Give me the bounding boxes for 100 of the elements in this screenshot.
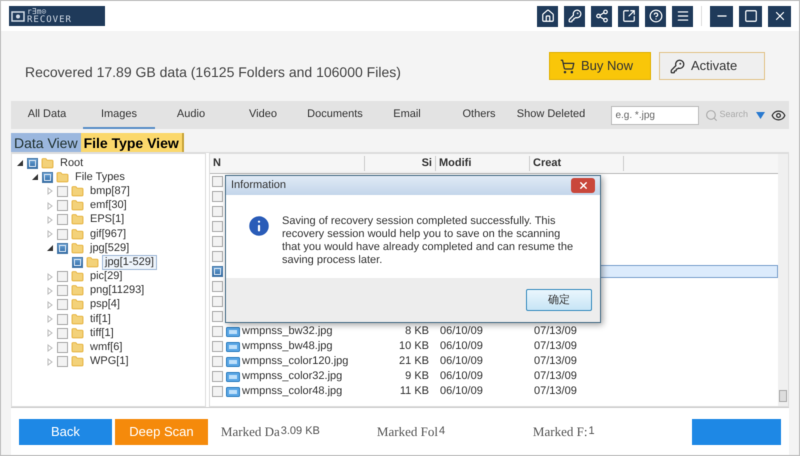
action-button[interactable] xyxy=(692,418,781,444)
maximize-button[interactable] xyxy=(739,6,762,26)
checkbox[interactable] xyxy=(212,326,223,337)
tree-item[interactable]: tif[1] xyxy=(87,312,114,327)
expand-arrow-icon[interactable] xyxy=(46,272,54,281)
back-button[interactable]: Back xyxy=(19,418,112,444)
activate-button[interactable]: Activate xyxy=(659,52,765,80)
checkbox[interactable] xyxy=(57,200,68,212)
minimize-button[interactable] xyxy=(710,6,733,26)
checkbox[interactable] xyxy=(212,221,223,232)
expand-arrow-icon[interactable] xyxy=(46,187,54,196)
checkbox[interactable] xyxy=(212,176,223,187)
dropdown-arrow-icon[interactable] xyxy=(756,112,765,118)
table-row[interactable]: wmpnss_bw48.jpg 10 KB 06/10/09 07/13/09 xyxy=(225,340,778,353)
key-button[interactable] xyxy=(564,6,585,26)
close-button[interactable] xyxy=(768,6,791,26)
search-field[interactable]: e.g. *.jpg xyxy=(611,106,700,124)
ok-button[interactable]: 确定 xyxy=(526,289,592,311)
view-tab[interactable]: File Type View xyxy=(80,133,184,152)
share-button[interactable] xyxy=(591,6,612,26)
checkbox[interactable] xyxy=(212,356,223,367)
category-tab[interactable]: Images xyxy=(83,101,155,129)
checkbox[interactable] xyxy=(212,251,223,262)
expand-arrow-icon[interactable] xyxy=(46,202,54,210)
checkbox[interactable] xyxy=(212,266,223,277)
scrollbar[interactable] xyxy=(778,154,788,406)
category-tab[interactable]: Show Deleted xyxy=(515,101,587,129)
checkbox[interactable] xyxy=(212,341,223,352)
expand-arrow-icon[interactable] xyxy=(46,344,54,352)
tree-item[interactable]: pic[29] xyxy=(87,269,126,284)
collapse-arrow-icon[interactable] xyxy=(31,173,39,182)
tree-item[interactable]: png[11293] xyxy=(87,283,148,298)
checkbox[interactable] xyxy=(57,214,68,226)
tree-item[interactable]: jpg[1-529] xyxy=(102,254,157,270)
tree-item[interactable]: WPG[1] xyxy=(87,354,132,370)
checkbox[interactable] xyxy=(57,314,68,325)
checkbox[interactable] xyxy=(57,299,68,310)
help-button[interactable] xyxy=(645,6,666,26)
folder-icon xyxy=(71,199,84,212)
tree-item[interactable]: gif[967] xyxy=(87,226,130,242)
tree-item[interactable]: tiff[1] xyxy=(87,326,117,341)
checkbox[interactable] xyxy=(212,386,223,397)
expand-arrow-icon[interactable] xyxy=(46,300,54,309)
checkbox[interactable] xyxy=(57,285,68,296)
expand-arrow-icon[interactable] xyxy=(46,286,54,295)
checkbox[interactable] xyxy=(212,281,223,292)
table-row[interactable]: wmpnss_color120.jpg 21 KB 06/10/09 07/13/09 xyxy=(225,355,778,368)
expand-arrow-icon[interactable] xyxy=(46,329,54,338)
expand-arrow-icon[interactable] xyxy=(46,358,54,366)
category-tab[interactable]: Audio xyxy=(155,101,227,129)
table-row[interactable]: wmpnss_bw32.jpg 8 KB 06/10/09 07/13/09 xyxy=(225,325,778,338)
category-tab[interactable]: Documents xyxy=(299,101,371,129)
tree-item[interactable]: bmp[87] xyxy=(87,184,133,199)
eye-icon[interactable] xyxy=(771,108,786,122)
column-header[interactable]: Creat xyxy=(530,156,624,171)
buy-now-button[interactable]: Buy Now xyxy=(549,52,651,80)
checkbox[interactable] xyxy=(72,256,83,268)
image-file-icon xyxy=(226,386,240,396)
checkbox[interactable] xyxy=(212,191,223,202)
checkbox[interactable] xyxy=(42,172,53,183)
checkbox[interactable] xyxy=(212,371,223,382)
tree-item[interactable]: wmf[6] xyxy=(87,340,126,356)
collapse-arrow-icon[interactable] xyxy=(46,244,54,252)
checkbox[interactable] xyxy=(57,356,68,368)
checkbox[interactable] xyxy=(57,228,68,240)
category-tab[interactable]: All Data xyxy=(11,101,83,129)
checkbox[interactable] xyxy=(212,206,223,217)
tree-item[interactable]: emf[30] xyxy=(87,198,130,214)
tree-item[interactable]: Root xyxy=(57,156,86,171)
export-button[interactable] xyxy=(618,6,639,26)
tree-item[interactable]: File Types xyxy=(72,170,128,185)
expand-arrow-icon[interactable] xyxy=(46,230,54,238)
checkbox[interactable] xyxy=(27,158,38,169)
category-tab[interactable]: Email xyxy=(371,101,443,129)
view-tab[interactable]: Data View xyxy=(11,133,81,152)
column-header[interactable]: Si xyxy=(365,156,436,171)
table-row[interactable]: wmpnss_color32.jpg 9 KB 06/10/09 07/13/09 xyxy=(225,370,778,383)
collapse-arrow-icon[interactable] xyxy=(16,159,24,168)
tree-item[interactable]: EPS[1] xyxy=(87,212,128,228)
checkbox[interactable] xyxy=(212,236,223,247)
created-cell-text: 07/13/09 xyxy=(533,339,578,354)
expand-arrow-icon[interactable] xyxy=(46,315,54,324)
tree-item[interactable]: jpg[529] xyxy=(87,240,132,256)
checkbox[interactable] xyxy=(57,271,68,282)
menu-button[interactable] xyxy=(672,6,693,26)
checkbox[interactable] xyxy=(57,342,68,354)
checkbox[interactable] xyxy=(212,311,223,322)
home-button[interactable] xyxy=(537,6,558,26)
checkbox[interactable] xyxy=(212,296,223,307)
table-row[interactable]: wmpnss_color48.jpg 11 KB 06/10/09 07/13/09 xyxy=(225,385,778,398)
expand-arrow-icon[interactable] xyxy=(46,216,54,224)
checkbox[interactable] xyxy=(57,242,68,254)
checkbox[interactable] xyxy=(57,186,68,197)
tree-item[interactable]: psp[4] xyxy=(87,297,123,312)
folder-icon xyxy=(71,326,84,340)
column-header[interactable]: N xyxy=(210,156,365,171)
checkbox[interactable] xyxy=(57,328,68,339)
category-tab[interactable]: Video xyxy=(227,101,299,129)
category-tab[interactable]: Others xyxy=(443,101,515,129)
column-header[interactable]: Modifi xyxy=(436,156,530,171)
